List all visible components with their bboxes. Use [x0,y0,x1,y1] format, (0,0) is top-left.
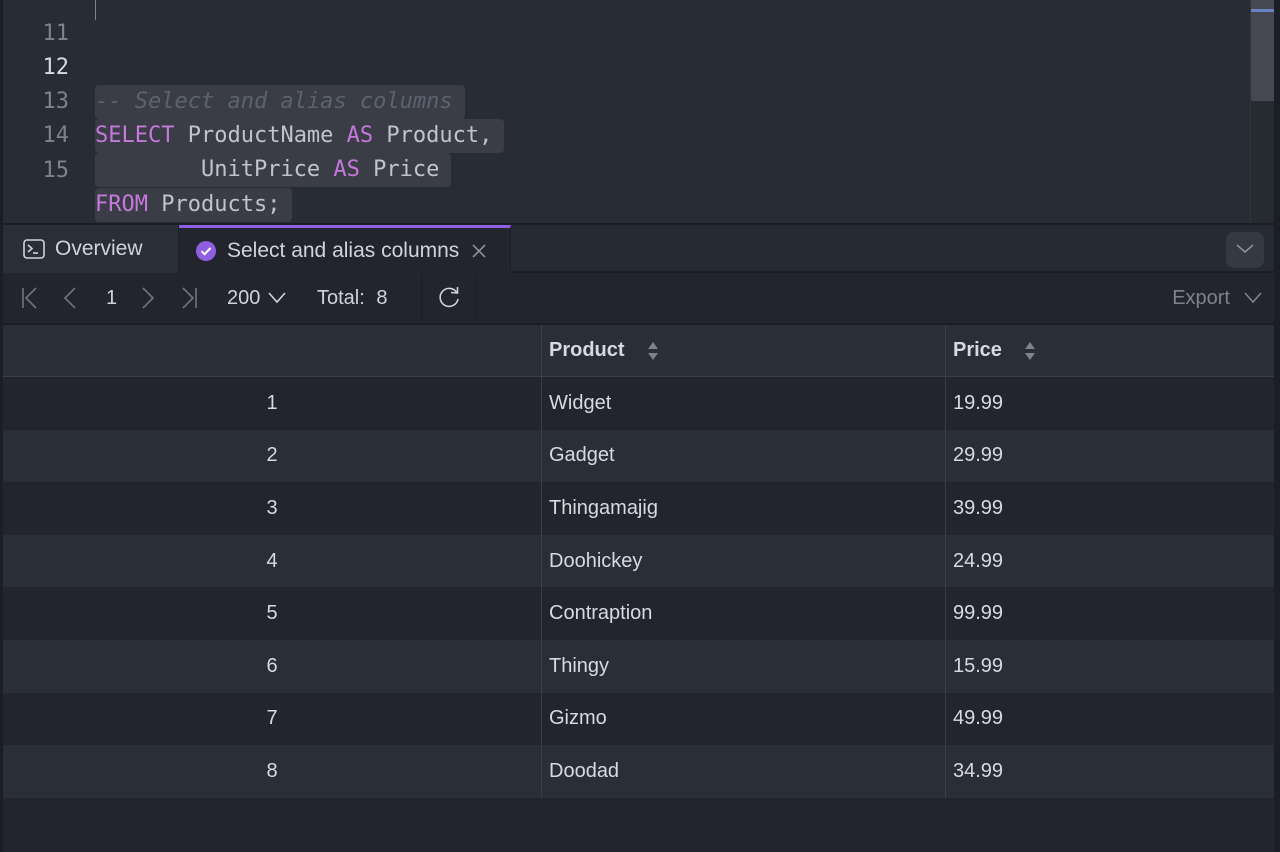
table-row[interactable]: 3 Thingamajig 39.99 [3,482,1274,535]
cell-price[interactable]: 99.99 [945,587,1274,640]
code-line-15: 15 FROM Products; [3,120,1243,222]
tab-select-and-alias-columns[interactable]: Select and alias columns [179,225,511,273]
cell-price[interactable]: 34.99 [945,745,1274,798]
last-page-icon [182,287,197,309]
table-row[interactable]: 4 Doohickey 24.99 [3,534,1274,588]
chevron-down-icon [268,292,286,304]
collapse-panel-button[interactable] [1226,232,1264,268]
cell-price[interactable]: 15.99 [945,639,1274,693]
cell-product[interactable]: Contraption [541,587,945,640]
grid-header: Product Price [3,325,1274,377]
tab-label: Overview [55,237,143,260]
scrollbar-cursor-marker [1251,9,1274,12]
row-index[interactable]: 6 [3,640,541,693]
chevron-down-icon [1236,241,1254,259]
sql-identifier: Price [359,157,440,182]
chevron-right-icon [142,287,155,309]
toolbar-divider [421,273,422,323]
column-label: Price [953,339,1002,361]
export-dropdown[interactable]: Export [1172,287,1262,310]
cell-price[interactable]: 29.99 [945,429,1274,483]
code-line-12: 12 -- Select and alias columns [3,17,1243,119]
sql-editor[interactable]: 11 12 -- Select and alias columns 13 SEL… [0,0,1280,223]
first-page-icon [22,287,37,309]
cell-price[interactable]: 39.99 [945,482,1274,535]
row-index[interactable]: 8 [3,745,541,798]
export-label: Export [1172,286,1230,309]
table-row[interactable]: 5 Contraption 99.99 [3,587,1274,640]
tab-overview[interactable]: Overview [3,225,179,273]
check-circle-icon [195,240,217,262]
panel-edge [1274,325,1280,798]
cell-product[interactable]: Thingy [541,639,945,693]
chevron-down-icon [1244,292,1262,304]
code-line-14: 14 UnitPrice AS Price [3,85,1243,187]
cell-product[interactable]: Gadget [541,429,945,483]
table-row[interactable]: 8 Doodad 34.99 [3,745,1274,798]
toolbar-divider [475,273,476,323]
sql-identifier: UnitPrice [200,157,334,182]
previous-page-button[interactable] [63,287,77,309]
table-row[interactable]: 6 Thingy 15.99 [3,639,1274,693]
cell-product[interactable]: Thingamajig [541,482,945,535]
refresh-button[interactable] [437,286,461,310]
column-header-price[interactable]: Price [945,325,1274,376]
result-tabs: Overview Select and alias columns [0,223,1280,273]
refresh-icon [439,287,459,308]
row-index[interactable]: 1 [3,377,541,430]
cell-product[interactable]: Doodad [541,745,945,798]
sql-identifier: Products; [147,192,281,217]
table-row[interactable]: 7 Gizmo 49.99 [3,692,1274,746]
next-page-button[interactable] [141,287,155,309]
row-index[interactable]: 4 [3,535,541,588]
cell-price[interactable]: 49.99 [945,692,1274,746]
code-line-11: 11 [3,0,1243,46]
column-header-index [3,325,541,376]
total-count: Total: 8 [317,287,388,310]
current-page: 1 [106,286,118,309]
cell-product[interactable]: Doohickey [541,534,945,588]
chevron-left-icon [63,287,76,309]
result-toolbar: 1 200 Total: 8 Export [0,273,1280,325]
page-size-select[interactable]: 200 [227,287,286,310]
row-index[interactable]: 3 [3,482,541,535]
cell-product[interactable]: Gizmo [541,692,945,746]
cell-price[interactable]: 19.99 [945,377,1274,430]
result-grid: Product Price 1 Widget 19.99 2 Gadget 29.99 3 T… [3,325,1274,798]
terminal-icon [23,239,45,259]
line-number: 15 [42,158,70,183]
table-row[interactable]: 1 Widget 19.99 [3,377,1274,430]
last-page-button[interactable] [180,287,198,309]
close-icon[interactable] [471,243,487,259]
row-index[interactable]: 5 [3,587,541,640]
column-header-product[interactable]: Product [541,325,945,376]
grid-body: 1 Widget 19.99 2 Gadget 29.99 3 Thingamajig 39.9… [3,377,1274,798]
row-index[interactable]: 7 [3,693,541,746]
grid-empty-area [0,798,1280,852]
table-row[interactable]: 2 Gadget 29.99 [3,429,1274,483]
sql-keyword: AS [333,157,360,182]
page-size-value: 200 [227,286,261,309]
sort-icon[interactable] [647,341,659,361]
sort-icon[interactable] [1024,341,1036,361]
column-label: Product [549,339,625,361]
row-index[interactable]: 2 [3,430,541,483]
total-label: Total: [317,286,365,309]
cell-price[interactable]: 24.99 [945,534,1274,588]
code-line-13: 13 SELECT ProductName AS Product, [3,51,1243,153]
editor-scrollbar[interactable] [1250,0,1274,223]
sql-keyword: FROM [95,192,148,217]
cell-product[interactable]: Widget [541,377,945,430]
first-page-button[interactable] [21,287,39,309]
tab-label: Select and alias columns [227,238,460,262]
scrollbar-thumb[interactable] [1251,0,1274,101]
total-value: 8 [376,286,388,309]
